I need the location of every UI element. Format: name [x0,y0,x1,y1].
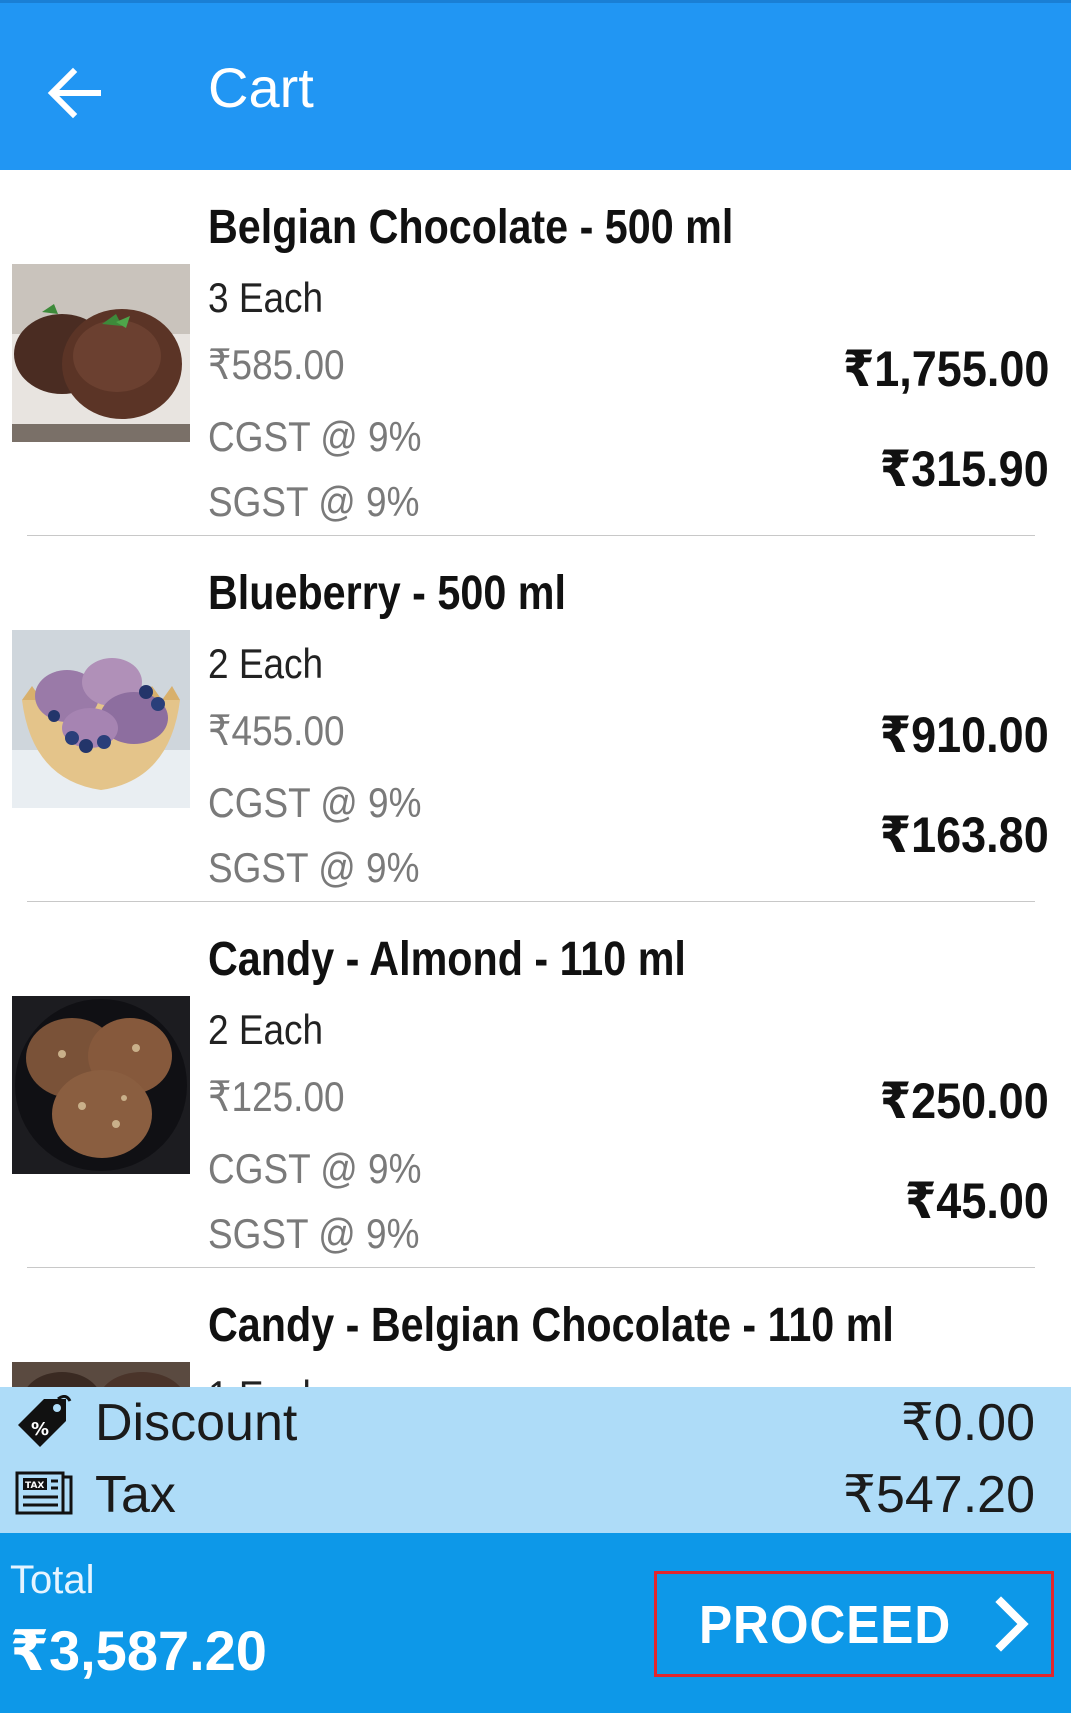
app-bar: Cart [0,0,1071,170]
discount-tag-icon: % [14,1394,74,1451]
proceed-button[interactable]: PROCEED [654,1571,1054,1677]
line-amount: ₹250.00 [880,1073,1049,1129]
product-image [12,264,190,442]
line-tax: ₹315.90 [880,441,1049,497]
cart-item[interactable]: Candy - Belgian Chocolate - 110 ml 1 Eac… [0,1268,1071,1387]
product-image [12,996,190,1174]
svg-text:%: % [31,1419,49,1440]
product-image [12,630,190,808]
product-quantity: 3 Each [208,274,324,321]
product-quantity: 2 Each [208,640,324,687]
tax-label: Tax [95,1466,176,1524]
line-tax: ₹45.00 [905,1173,1049,1229]
tax-row: TAX Tax ₹547.20 [0,1459,1071,1529]
product-quantity: 2 Each [208,1006,324,1053]
chevron-right-icon [995,1596,1029,1652]
tax-receipt-icon: TAX [14,1467,74,1523]
total-value: ₹3,587.20 [10,1619,267,1682]
discount-label: Discount [95,1394,298,1452]
checkout-footer: Total ₹3,587.20 PROCEED [0,1533,1071,1713]
unit-price: ₹585.00 [208,341,345,388]
cgst-label: CGST @ 9% [208,413,422,460]
sgst-label: SGST @ 9% [208,844,420,891]
proceed-label: PROCEED [699,1595,952,1655]
cart-item[interactable]: Candy - Almond - 110 ml 2 Each ₹125.00 C… [0,902,1071,1268]
arrow-left-icon [47,67,101,119]
product-name: Candy - Almond - 110 ml [208,933,686,986]
product-image [12,1362,190,1387]
product-name: Blueberry - 500 ml [208,567,566,620]
product-quantity: 1 Each [208,1372,323,1387]
cgst-label: CGST @ 9% [208,1145,422,1192]
back-button[interactable] [40,58,110,128]
discount-value: ₹0.00 [900,1394,1035,1452]
discount-row: % Discount ₹0.00 [0,1387,1071,1457]
line-tax: ₹163.80 [880,807,1049,863]
cart-list[interactable]: Belgian Chocolate - 500 ml 3 Each ₹585.0… [0,170,1071,1387]
line-amount: ₹1,755.00 [842,341,1049,397]
svg-text:TAX: TAX [25,1481,44,1491]
page-title: Cart [208,56,314,119]
unit-price: ₹455.00 [208,707,345,754]
product-name: Candy - Belgian Chocolate - 110 ml [208,1299,894,1352]
cart-item[interactable]: Blueberry - 500 ml 2 Each ₹455.00 CGST @… [0,536,1071,902]
order-summary: % Discount ₹0.00 TAX Tax ₹547.20 [0,1387,1071,1533]
sgst-label: SGST @ 9% [208,1210,420,1257]
sgst-label: SGST @ 9% [208,478,420,525]
tax-value: ₹547.20 [842,1466,1035,1524]
product-name: Belgian Chocolate - 500 ml [208,201,734,254]
unit-price: ₹125.00 [208,1073,345,1120]
cart-item[interactable]: Belgian Chocolate - 500 ml 3 Each ₹585.0… [0,170,1071,536]
line-amount: ₹910.00 [880,707,1049,763]
total-label: Total [10,1558,95,1602]
cgst-label: CGST @ 9% [208,779,422,826]
